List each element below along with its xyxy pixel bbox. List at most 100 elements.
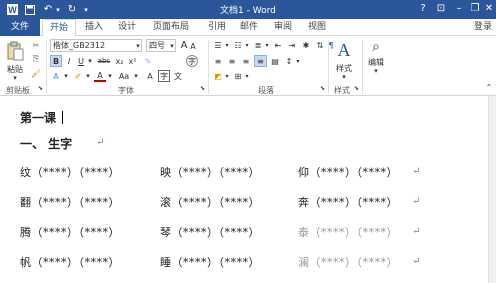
highlight-dropdown-icon[interactable]: ▾ [84,70,92,82]
vocab-cell: 琴（****）（****） [160,226,260,239]
vocab-cell: 泰（****）（****） [298,226,398,239]
undo-dropdown-icon[interactable]: ▾ [54,2,62,17]
vertical-scrollbar[interactable] [488,96,496,283]
strikethrough-button[interactable]: abc [96,55,112,67]
tab-references[interactable]: 引用 [204,19,230,36]
format-painter-icon[interactable]: 🖌 [30,67,42,79]
align-left-icon[interactable]: ≡ [212,55,224,67]
vocab-cell: 澜（****）（****） [298,256,398,269]
decrease-indent-icon[interactable]: ⇤ [272,39,284,51]
paragraph-mark: ↵ [412,166,421,177]
paragraph-group-label: 段落 [258,86,274,95]
bullets-dropdown-icon[interactable]: ▾ [224,39,230,51]
tab-mailings[interactable]: 邮件 [236,19,262,36]
sort-icon[interactable]: ⇅ [314,39,326,51]
editing-label[interactable]: 编辑 [364,57,388,67]
shrink-font-icon[interactable]: A [189,40,197,53]
tab-view[interactable]: 视图 [304,19,330,36]
bold-button[interactable]: B [50,55,62,67]
phonetic-guide-icon[interactable]: 文 [172,70,184,82]
font-size-dropdown-icon[interactable]: ▾ [168,39,176,52]
shading-dropdown-icon[interactable]: ▾ [224,70,230,82]
line-spacing-icon[interactable]: ↕ [283,55,295,67]
subscript-button[interactable]: x₂ [114,55,125,67]
bullets-icon[interactable]: ☰ [212,39,224,51]
chinese-layout-icon[interactable]: ✱ [300,39,312,51]
paste-dropdown-icon[interactable]: ▾ [10,74,20,82]
tab-review[interactable]: 审阅 [270,19,296,36]
text-effects-button[interactable]: A [50,70,62,82]
change-case-dropdown-icon[interactable]: ▾ [132,70,140,82]
align-right-icon[interactable]: ≡ [240,55,252,67]
align-center-icon[interactable]: ≡ [226,55,238,67]
grow-font-icon[interactable]: A [179,39,189,52]
increase-indent-icon[interactable]: ⇥ [286,39,298,51]
redo-icon[interactable]: ↻ [66,2,78,17]
superscript-button[interactable]: x² [127,55,138,67]
font-group-label: 字体 [118,86,134,95]
binoculars-icon[interactable]: ⌕ [366,39,386,55]
vocab-cell: 帆（****）（****） [20,256,120,269]
tab-design[interactable]: 设计 [114,19,140,36]
paste-icon[interactable] [4,39,26,63]
tab-file[interactable]: 文件 [0,19,40,36]
collapse-ribbon-icon[interactable]: ⌃ [484,82,494,92]
vocab-cell: 纹（****）（****） [20,166,120,179]
font-color-button[interactable]: A [94,70,106,82]
numbering-dropdown-icon[interactable]: ▾ [244,39,250,51]
char-border-icon[interactable]: 字 [158,70,170,82]
help-icon[interactable]: ? [416,2,430,16]
styles-dropdown-icon[interactable]: ▾ [340,73,348,81]
borders-dropdown-icon[interactable]: ▾ [244,70,250,82]
underline-button[interactable]: U [76,55,86,67]
cut-icon[interactable]: ✂ [30,39,42,51]
close-icon[interactable]: ✕ [482,2,496,16]
vocab-cell: 奔（****）（****） [298,196,398,209]
text-effects-dropdown-icon[interactable]: ▾ [62,70,70,82]
enclose-char-icon[interactable]: 字 [186,55,198,67]
paste-label[interactable]: 粘贴 [4,64,26,74]
save-icon[interactable] [24,2,36,17]
line-spacing-dropdown-icon[interactable]: ▾ [295,55,301,67]
char-shading-button[interactable]: A [144,70,156,82]
ribbon: 粘贴 ▾ ✂ ⎘ 🖌 剪贴板 ⬊ 楷体_GB2312 ▾ 四号 ▾ A A B … [0,36,496,96]
tab-page-layout[interactable]: 页面布局 [146,19,196,36]
ribbon-display-icon[interactable]: ⊡ [434,2,448,16]
login-link[interactable]: 登录 [474,19,492,36]
customize-qat-icon[interactable]: ▾ [82,2,90,17]
styles-label[interactable]: 样式 [332,63,356,73]
font-launcher-icon[interactable]: ⬊ [200,85,205,92]
minimize-icon[interactable]: – [452,2,466,16]
copy-icon[interactable]: ⎘ [30,53,42,65]
shading-icon[interactable]: ◩ [212,70,224,82]
restore-icon[interactable]: ❐ [468,2,482,16]
numbering-icon[interactable]: ☷ [232,39,244,51]
multilevel-list-icon[interactable]: ≣ [252,39,264,51]
document-page[interactable]: 第一课 一、 生字 ↵ 纹（****）（****） 映（****）（****） … [0,96,496,283]
italic-button[interactable]: I [64,55,74,67]
underline-dropdown-icon[interactable]: ▾ [86,55,94,67]
editing-dropdown-icon[interactable]: ▾ [372,67,380,75]
clear-formatting-icon[interactable]: ✎ [142,55,154,67]
change-case-button[interactable]: Aa [116,70,132,82]
tab-insert[interactable]: 插入 [82,19,106,36]
font-color-dropdown-icon[interactable]: ▾ [106,70,114,82]
distributed-icon[interactable]: ▤ [269,55,281,67]
clipboard-launcher-icon[interactable]: ⬊ [38,85,43,92]
tab-home[interactable]: 开始 [42,19,76,37]
group-divider [46,40,47,94]
font-name-box[interactable]: 楷体_GB2312 [50,39,142,52]
justify-icon[interactable]: ≡ [254,55,267,67]
vocab-cell: 映（****）（****） [160,166,260,179]
styles-launcher-icon[interactable]: ⬊ [354,85,359,92]
borders-icon[interactable]: ⊞ [232,70,244,82]
svg-text:W: W [8,5,17,15]
styles-icon[interactable]: A [334,39,354,61]
font-name-dropdown-icon[interactable]: ▾ [134,39,142,52]
paragraph-launcher-icon[interactable]: ⬊ [320,85,325,92]
highlight-color-icon[interactable]: ✐ [72,70,84,82]
text-cursor [62,111,63,124]
section-title: 一、 生字 [20,137,73,151]
multilevel-dropdown-icon[interactable]: ▾ [264,39,270,51]
undo-icon[interactable]: ↶ [42,2,54,17]
